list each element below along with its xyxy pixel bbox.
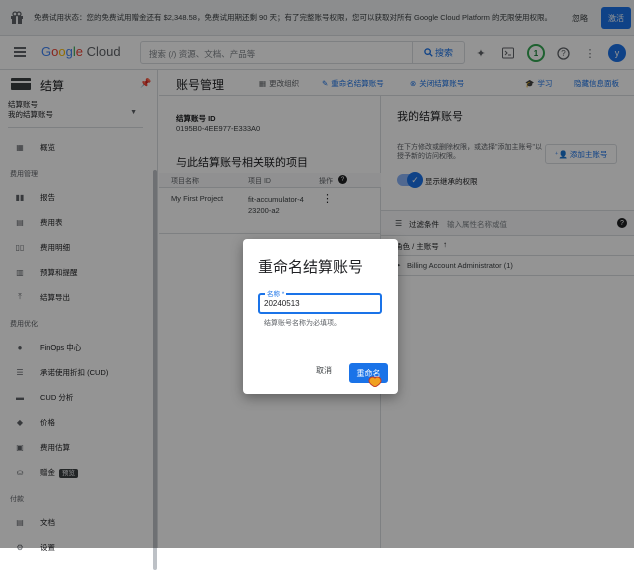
dialog-title: 重命名结算账号 bbox=[258, 259, 364, 276]
name-field[interactable]: 名称 * 20240513 bbox=[258, 288, 382, 314]
name-field-hint: 结算账号名称为必填项。 bbox=[264, 320, 341, 327]
cursor-icon bbox=[368, 376, 382, 387]
rename-dialog: 重命名结算账号 名称 * 20240513 结算账号名称为必填项。 取消 重命名 bbox=[243, 239, 398, 394]
name-field-label: 名称 * bbox=[265, 288, 287, 298]
cancel-button[interactable]: 取消 bbox=[316, 365, 332, 376]
name-field-value[interactable]: 20240513 bbox=[264, 299, 300, 308]
